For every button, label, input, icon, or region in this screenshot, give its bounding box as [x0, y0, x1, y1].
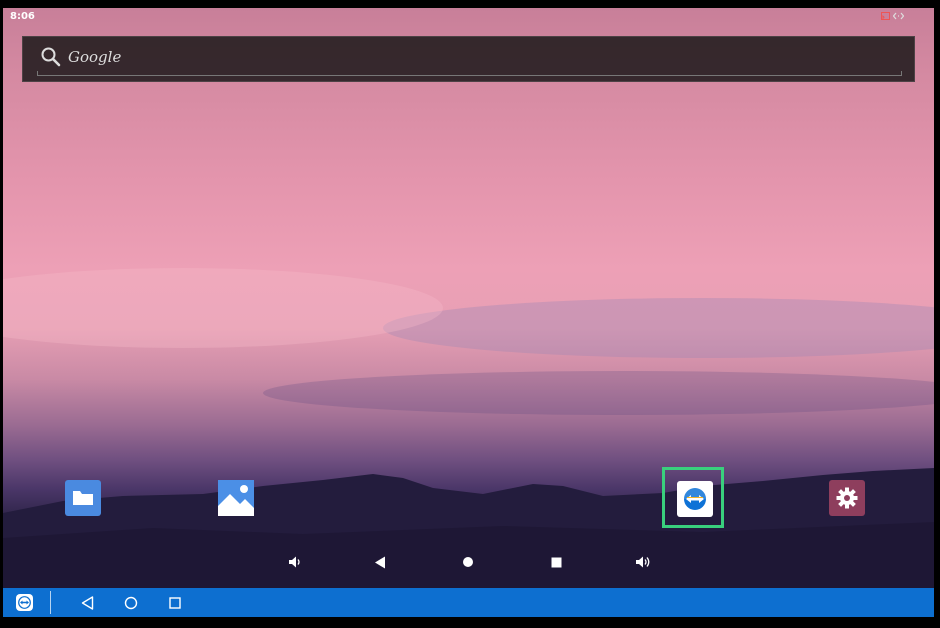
volume-up-icon: [636, 556, 650, 568]
files-app[interactable]: [65, 480, 101, 516]
recents-icon: [169, 596, 181, 609]
teamviewer-logo-button[interactable]: [16, 594, 33, 611]
home-icon: [463, 557, 473, 567]
back-icon: [375, 556, 385, 568]
recents-button[interactable]: [546, 554, 566, 570]
volume-up-button[interactable]: [633, 554, 653, 570]
folder-icon: [73, 491, 93, 505]
back-button[interactable]: [370, 554, 390, 570]
photos-app[interactable]: [218, 480, 254, 516]
taskbar-divider: [50, 591, 51, 614]
image-icon: [218, 480, 254, 516]
home-button[interactable]: [458, 554, 478, 570]
teamviewer-icon: [684, 488, 706, 510]
settings-app[interactable]: [829, 480, 865, 516]
teamviewer-app[interactable]: [677, 481, 713, 517]
volume-down-icon: [289, 556, 300, 568]
mountains-silhouette: [3, 468, 934, 588]
home-screen: 8:06 Google: [3, 8, 934, 588]
back-icon: [81, 595, 93, 610]
taskbar-recents-button[interactable]: [166, 594, 184, 611]
taskbar: [3, 588, 934, 617]
gear-icon: [836, 487, 858, 509]
teamviewer-logo-icon: [18, 596, 31, 609]
home-icon: [124, 596, 138, 609]
taskbar-home-button[interactable]: [122, 594, 140, 611]
volume-down-button[interactable]: [285, 554, 305, 570]
recents-icon: [551, 557, 561, 567]
taskbar-back-button[interactable]: [78, 594, 96, 611]
